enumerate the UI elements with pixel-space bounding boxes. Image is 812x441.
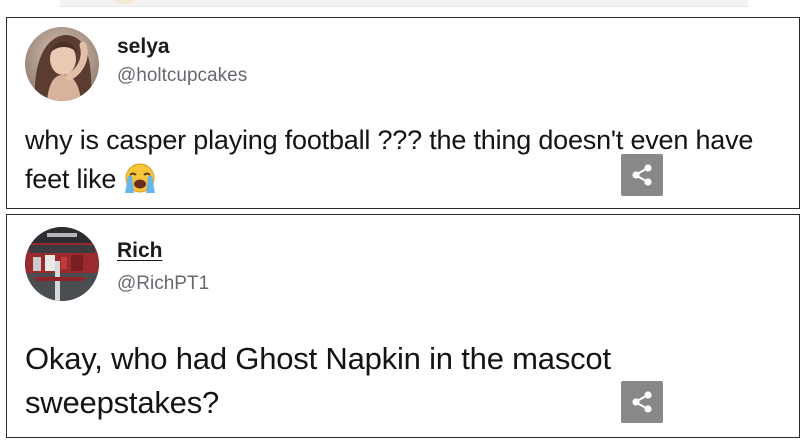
display-name[interactable]: Rich <box>117 239 163 263</box>
share-icon <box>632 391 652 413</box>
display-name[interactable]: selya <box>117 35 170 59</box>
tweet-text: why is casper playing football ??? the t… <box>25 121 783 199</box>
partial-emoji <box>112 0 138 4</box>
handle[interactable]: @RichPT1 <box>117 273 209 295</box>
loudly-crying-face-icon <box>122 162 162 194</box>
handle[interactable]: @holtcupcakes <box>117 65 247 87</box>
previous-card-edge <box>60 0 748 7</box>
page: selya @holtcupcakes why is casper playin… <box>0 0 812 441</box>
tweet-text: Okay, who had Ghost Napkin in the mascot… <box>25 337 783 425</box>
share-button[interactable] <box>621 154 663 196</box>
share-button[interactable] <box>621 381 663 423</box>
tweet-text-content: Okay, who had Ghost Napkin in the mascot… <box>25 341 611 420</box>
avatar-photo <box>25 27 99 101</box>
avatar-photo <box>25 227 99 301</box>
tweet-card: selya @holtcupcakes why is casper playin… <box>6 17 800 209</box>
tweet-card: Rich @RichPT1 Okay, who had Ghost Napkin… <box>6 214 800 438</box>
avatar[interactable] <box>25 27 99 101</box>
share-icon <box>632 164 652 186</box>
avatar[interactable] <box>25 227 99 301</box>
